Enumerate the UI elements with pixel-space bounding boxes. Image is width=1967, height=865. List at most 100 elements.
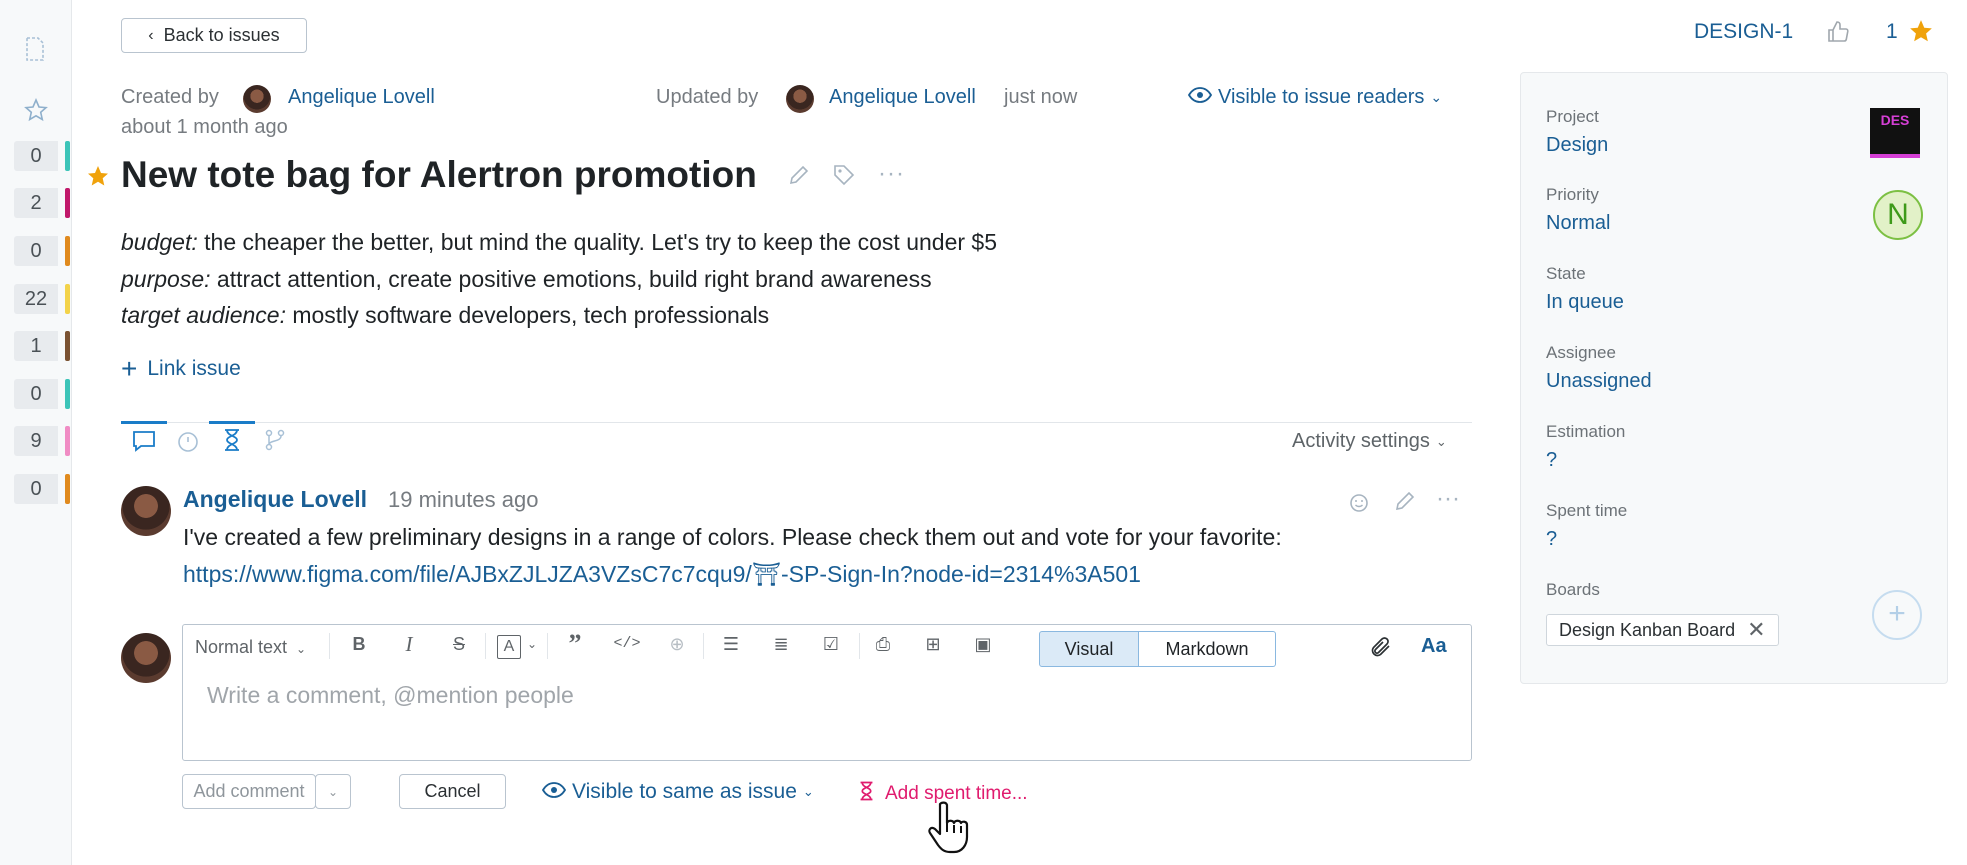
comment-text: I've created a few preliminary designs i…: [183, 524, 1282, 550]
attachment-icon[interactable]: [1369, 635, 1393, 664]
created-by-user[interactable]: Angelique Lovell: [288, 86, 435, 109]
thumbs-up-icon[interactable]: [1826, 20, 1850, 49]
sidebar-counter[interactable]: 2: [14, 188, 70, 218]
quote-icon[interactable]: ”: [555, 625, 595, 663]
comments-tab-icon[interactable]: [132, 430, 156, 457]
table-icon[interactable]: ⊞: [913, 625, 953, 663]
field-value[interactable]: ?: [1546, 528, 1557, 551]
counter-color-bar: [65, 331, 70, 361]
strikethrough-icon[interactable]: S: [439, 625, 479, 663]
close-icon[interactable]: ✕: [1747, 617, 1765, 643]
italic-icon[interactable]: I: [389, 625, 429, 663]
add-comment-button[interactable]: Add comment: [182, 774, 316, 809]
sidebar-counter[interactable]: 0: [14, 474, 70, 504]
vcs-tab-icon[interactable]: [264, 429, 286, 456]
document-icon[interactable]: [24, 36, 46, 66]
field-label: Spent time: [1546, 501, 1628, 520]
activity-settings-dropdown[interactable]: Activity settings ⌄: [1292, 430, 1447, 453]
left-rail: 0 2 0 22 1 0 9 0: [0, 0, 72, 865]
bullet-list-icon[interactable]: ☰: [711, 625, 751, 663]
divider: [859, 633, 860, 659]
field-value[interactable]: Unassigned: [1546, 370, 1652, 393]
back-label: Back to issues: [163, 25, 280, 45]
visibility-label: Visible to issue readers: [1218, 86, 1425, 108]
cancel-button[interactable]: Cancel: [399, 774, 506, 809]
created-by-label: Created by: [121, 86, 219, 108]
sidebar-counter[interactable]: 9: [14, 426, 70, 456]
image-icon[interactable]: ▣: [963, 625, 1003, 663]
comment-input[interactable]: Write a comment, @mention people: [207, 682, 574, 709]
divider: [329, 633, 330, 659]
field-label: Project: [1546, 107, 1599, 126]
bold-icon[interactable]: B: [339, 625, 379, 663]
checklist-icon[interactable]: ☑: [811, 625, 851, 663]
counter-value: 9: [14, 426, 58, 456]
link-issue-label: Link issue: [147, 357, 241, 380]
issue-fields-panel: Project Design Priority Normal State In queue…: [1520, 72, 1948, 684]
chevron-down-icon: ⌄: [296, 642, 307, 656]
description-line: purpose: attract attention, create posit…: [121, 265, 932, 292]
pencil-icon[interactable]: [1394, 490, 1416, 517]
chevron-down-icon: ⌄: [1430, 89, 1443, 105]
add-board-button[interactable]: +: [1872, 590, 1922, 640]
counter-value: 22: [14, 284, 58, 314]
counter-color-bar: [65, 474, 70, 504]
hourglass-icon: [858, 780, 875, 808]
more-icon[interactable]: ···: [878, 160, 905, 188]
more-icon[interactable]: ···: [1436, 485, 1460, 513]
updated-by-user[interactable]: Angelique Lovell: [829, 86, 976, 109]
field-value[interactable]: Normal: [1546, 212, 1610, 235]
comment-visibility-dropdown[interactable]: Visible to same as issue ⌄: [541, 780, 814, 804]
embed-icon[interactable]: ⎙: [863, 625, 903, 663]
code-icon[interactable]: </>: [607, 625, 647, 663]
chevron-down-icon: ⌄: [1435, 433, 1447, 449]
activity-settings-label: Activity settings: [1292, 430, 1430, 452]
board-tag[interactable]: Design Kanban Board ✕: [1546, 614, 1779, 646]
sidebar-counter[interactable]: 22: [14, 284, 70, 314]
text-color-icon[interactable]: A: [497, 635, 521, 659]
sidebar-counter[interactable]: 0: [14, 141, 70, 171]
chevron-down-icon[interactable]: ⌄: [315, 774, 351, 809]
star-icon[interactable]: [86, 164, 110, 193]
reaction-icon[interactable]: [1348, 490, 1372, 519]
field-value[interactable]: In queue: [1546, 291, 1624, 314]
text-style-dropdown[interactable]: Normal text ⌄: [195, 637, 306, 658]
counter-value: 0: [14, 379, 58, 409]
plus-icon: +: [121, 353, 138, 384]
comment-author-avatar: [121, 486, 171, 536]
divider: [121, 422, 1472, 423]
issue-id[interactable]: DESIGN-1: [1694, 20, 1793, 44]
counter-value: 0: [14, 474, 58, 504]
tag-icon[interactable]: [832, 163, 856, 192]
link-icon[interactable]: ⊕: [657, 625, 697, 663]
comment-author[interactable]: Angelique Lovell: [183, 486, 367, 513]
counter-color-bar: [65, 188, 70, 218]
star-icon[interactable]: [1908, 18, 1934, 49]
chevron-down-icon[interactable]: ⌄: [523, 625, 541, 663]
field-value[interactable]: ?: [1546, 449, 1557, 472]
avatar: [243, 85, 271, 113]
markdown-mode-button[interactable]: Markdown: [1139, 631, 1276, 667]
back-to-issues-button[interactable]: ‹ Back to issues: [121, 18, 307, 53]
numbered-list-icon[interactable]: ≣: [761, 625, 801, 663]
eye-icon: [541, 780, 567, 804]
sidebar-counter[interactable]: 0: [14, 379, 70, 409]
visual-mode-button[interactable]: Visual: [1039, 631, 1139, 667]
text-style-label: Normal text: [195, 637, 288, 657]
visibility-dropdown[interactable]: Visible to issue readers ⌄: [1187, 86, 1443, 109]
counter-color-bar: [65, 141, 70, 171]
star-outline-icon[interactable]: [24, 97, 48, 126]
format-icon[interactable]: Aa: [1421, 635, 1447, 658]
created-time: about 1 month ago: [121, 116, 288, 138]
sidebar-counter[interactable]: 1: [14, 331, 70, 361]
comment-link[interactable]: https://www.figma.com/file/AJBxZJLJZA3VZ…: [183, 561, 1141, 588]
field-value[interactable]: Design: [1546, 134, 1608, 157]
link-issue-button[interactable]: + Link issue: [121, 355, 241, 383]
history-tab-icon[interactable]: [176, 429, 200, 458]
counter-value: 2: [14, 188, 58, 218]
chevron-down-icon: ⌄: [802, 784, 814, 799]
sidebar-counter[interactable]: 0: [14, 236, 70, 266]
hourglass-tab-icon[interactable]: [222, 428, 242, 457]
editor-toolbar: Normal text ⌄ B I S A ⌄ ” </> ⊕ ☰ ≣ ☑ ⎙ …: [183, 625, 1471, 669]
pencil-icon[interactable]: [788, 164, 810, 191]
